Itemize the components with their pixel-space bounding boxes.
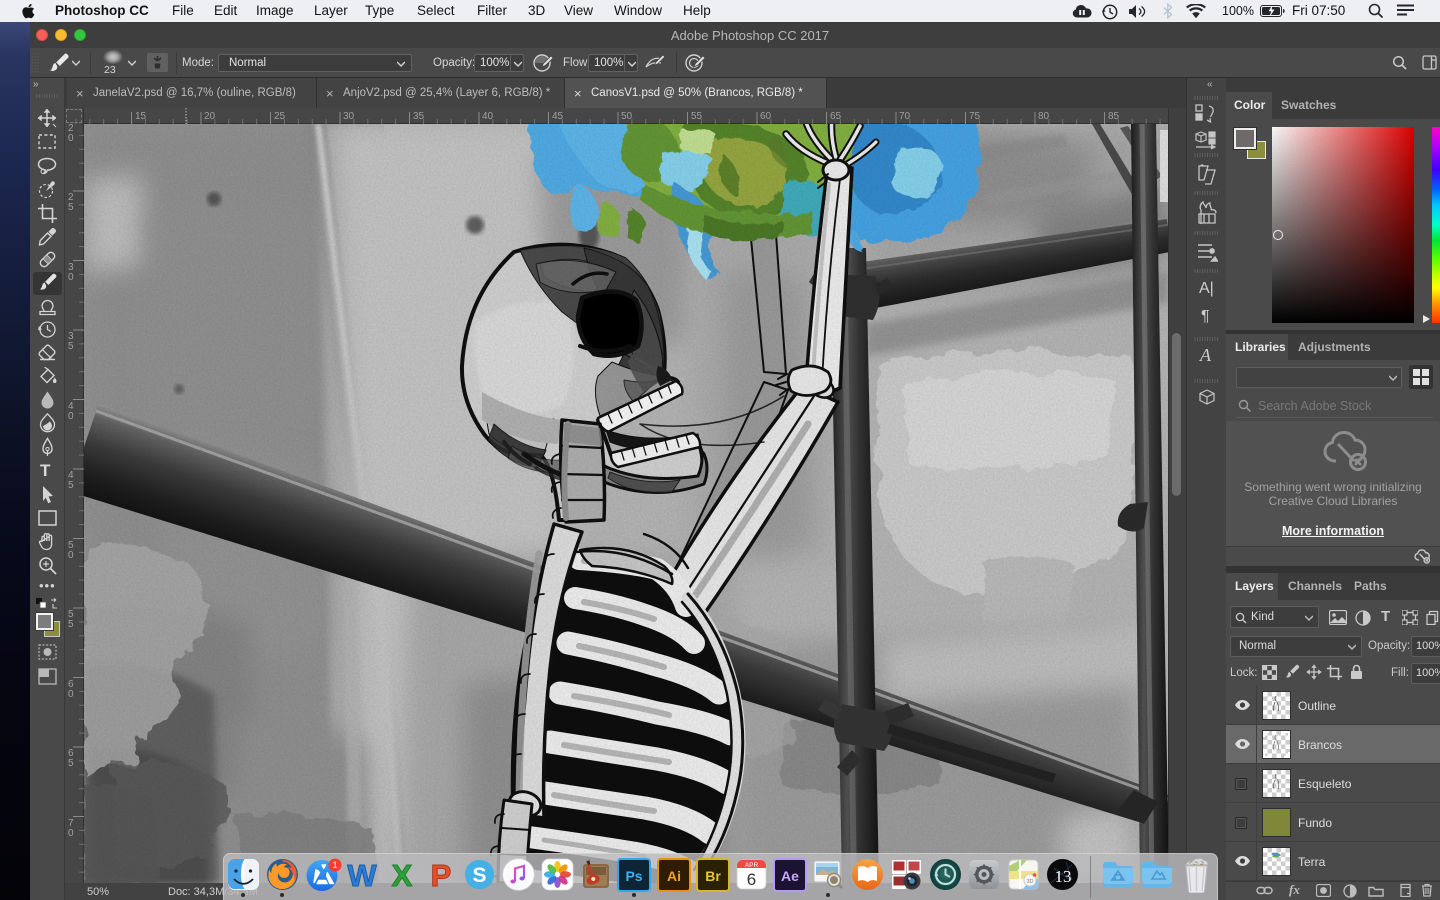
svg-text:85: 85 [1108, 111, 1120, 122]
svg-text:0: 0 [68, 550, 74, 561]
svg-text:60: 60 [760, 111, 772, 122]
svg-text:13: 13 [1055, 867, 1072, 886]
svg-text:35: 35 [413, 111, 425, 122]
svg-text:1: 1 [332, 860, 337, 871]
svg-text:75: 75 [969, 111, 981, 122]
svg-text:25: 25 [274, 111, 286, 122]
svg-text:Ai: Ai [667, 868, 681, 884]
svg-text:W: W [347, 858, 377, 891]
svg-text:P: P [431, 858, 452, 891]
svg-text:Ae: Ae [781, 868, 799, 884]
svg-text:30: 30 [343, 111, 355, 122]
svg-text:5: 5 [68, 758, 74, 769]
svg-text:45: 45 [552, 111, 564, 122]
svg-text:50: 50 [621, 111, 633, 122]
svg-text:5: 5 [68, 202, 74, 213]
svg-text:3D: 3D [1026, 879, 1033, 885]
svg-text:20: 20 [204, 111, 216, 122]
svg-text:APR: APR [745, 862, 759, 869]
svg-text:55: 55 [691, 111, 703, 122]
svg-text:40: 40 [482, 111, 494, 122]
svg-text:0: 0 [68, 411, 74, 422]
svg-text:0: 0 [68, 689, 74, 700]
svg-text:0: 0 [68, 133, 74, 144]
svg-text:Br: Br [705, 868, 721, 884]
svg-text:70: 70 [899, 111, 911, 122]
svg-text:5: 5 [68, 480, 74, 491]
svg-text:5: 5 [68, 619, 74, 630]
svg-text:15: 15 [135, 111, 147, 122]
svg-text:Ps: Ps [625, 868, 642, 884]
svg-text:5: 5 [68, 341, 74, 352]
svg-text:0: 0 [68, 828, 74, 839]
svg-text:X: X [392, 858, 413, 891]
svg-text:6: 6 [747, 870, 756, 889]
svg-text:65: 65 [830, 111, 842, 122]
svg-text:0: 0 [68, 272, 74, 283]
svg-text:S: S [472, 864, 486, 887]
svg-text:80: 80 [1038, 111, 1050, 122]
